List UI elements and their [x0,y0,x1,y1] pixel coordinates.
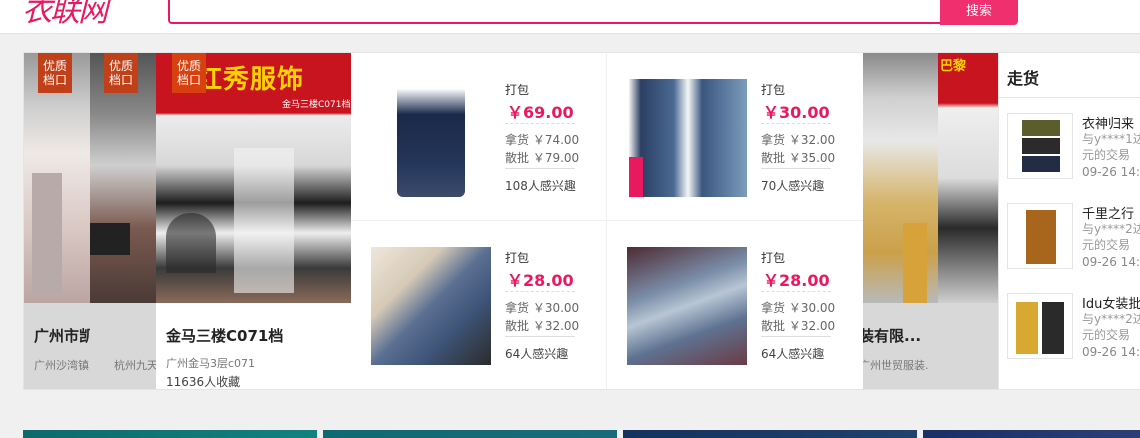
deal-thumbnail[interactable] [1007,113,1073,179]
pack-label: 打包 [761,83,786,97]
deal-name[interactable]: Idu女装批 [1082,293,1140,312]
retail-batch-price: 散批 ￥32.00 [505,319,580,333]
retail-batch-price: 散批 ￥79.00 [505,151,580,165]
deal-time: 09-26 14:5 [1082,165,1140,179]
recent-deals-title: 走货 [1007,69,1040,88]
quality-badge: 优质 档口 [172,53,206,93]
product-card[interactable]: 打包 ￥30.00 拿货 ￥32.00 散批 ￥35.00 70人感兴趣 [607,53,863,221]
stall-sign-text: 巴黎 [940,59,967,74]
stall-caption [938,303,998,389]
site-header: 衣联网 搜索 [0,0,1140,34]
divider [761,336,831,337]
deal-time: 09-26 14:3 [1082,345,1140,359]
retail-batch-price: 散批 ￥32.00 [761,319,836,333]
interest-count: 108人感兴趣 [505,179,576,193]
stall-card-active[interactable]: 红秀服饰 金马三楼C071档 优质 档口 金马三楼C071档 广州金马3层c071… [156,53,351,389]
banner-strip[interactable] [923,430,1140,438]
banner-strip[interactable] [23,430,317,438]
interest-count: 64人感兴趣 [761,347,825,361]
stall-address: 广州世贸服装. [863,359,929,372]
product-card[interactable]: 打包 ￥28.00 拿货 ￥30.00 散批 ￥32.00 64人感兴趣 [351,221,607,389]
product-image[interactable] [629,79,747,197]
deal-time: 09-26 14:3 [1082,255,1140,269]
stall-name[interactable]: 金马三楼C071档 [166,325,283,346]
stall-address: 广州金马3层c071 [166,357,256,370]
stall-sign-subtext: 金马三楼C071档 [282,100,351,110]
divider [761,168,831,169]
stall-name[interactable]: 装有限... [863,325,921,346]
banner-strip[interactable] [623,430,917,438]
divider [761,123,831,124]
divider [505,291,575,292]
deal-description: 与y****1达元的交易 [1082,132,1140,162]
divider [999,97,1140,98]
deal-name[interactable]: 衣神归来 [1082,113,1134,132]
quality-badge: 优质 档口 [38,53,72,93]
divider [505,336,575,337]
divider [505,123,575,124]
wholesale-price: 拿货 ￥32.00 [761,133,836,147]
stall-favorites: 11636人收藏 [166,375,241,389]
stall-address: 广州沙湾镇 [34,359,89,372]
product-grid: 打包 ￥69.00 拿货 ￥74.00 散批 ￥79.00 108人感兴趣 打包… [351,53,863,389]
product-image[interactable] [371,247,491,365]
pack-price: ￥28.00 [507,271,574,290]
stall-address: 杭州九天 [114,359,158,372]
divider [761,291,831,292]
interest-count: 64人感兴趣 [505,347,569,361]
deal-item[interactable]: 衣神归来 与y****1达元的交易 09-26 14:5 [1007,113,1140,183]
deal-item[interactable]: Idu女装批 与y****2达元的交易 09-26 14:3 [1007,293,1140,363]
pack-label: 打包 [761,251,786,265]
wholesale-price: 拿货 ￥74.00 [505,133,580,147]
pack-price: ￥28.00 [763,271,830,290]
divider [505,168,575,169]
product-image[interactable] [627,247,747,365]
quality-badge: 优质 档口 [104,53,138,93]
site-logo[interactable]: 衣联网 [22,0,108,30]
search-input[interactable] [168,0,1018,24]
stall-name[interactable]: 广州市凯 [34,325,94,346]
deal-description: 与y****2达元的交易 [1082,312,1140,342]
product-card[interactable]: 打包 ￥28.00 拿货 ￥30.00 散批 ￥32.00 64人感兴趣 [607,221,863,389]
deal-item[interactable]: 千里之行 与y****2达元的交易 09-26 14:3 [1007,203,1140,273]
product-image[interactable] [397,79,465,197]
pack-label: 打包 [505,251,530,265]
recent-deals-panel: 走货 衣神归来 与y****1达元的交易 09-26 14:5 千里之行 与y*… [998,53,1140,389]
retail-batch-price: 散批 ￥35.00 [761,151,836,165]
deal-name[interactable]: 千里之行 [1082,203,1134,222]
stall-card[interactable]: 巴黎 [938,53,998,389]
deal-thumbnail[interactable] [1007,203,1073,269]
pack-price: ￥69.00 [507,103,574,122]
interest-count: 70人感兴趣 [761,179,825,193]
featured-panel: 优质 档口 广州市凯 广州沙湾镇 优质 档口 杭州九天 红秀服饰 金马三楼C071档… [23,52,1140,390]
wholesale-price: 拿货 ￥30.00 [505,301,580,315]
search-button[interactable]: 搜索 [940,0,1018,25]
stall-sign-text: 红秀服饰 [196,65,305,95]
pack-price: ￥30.00 [763,103,830,122]
pack-label: 打包 [505,83,530,97]
deal-description: 与y****2达元的交易 [1082,222,1140,252]
product-card[interactable]: 打包 ￥69.00 拿货 ￥74.00 散批 ￥79.00 108人感兴趣 [351,53,607,221]
stall-photo [938,53,998,303]
wholesale-price: 拿货 ￥30.00 [761,301,836,315]
banner-strip[interactable] [323,430,617,438]
deal-thumbnail[interactable] [1007,293,1073,359]
